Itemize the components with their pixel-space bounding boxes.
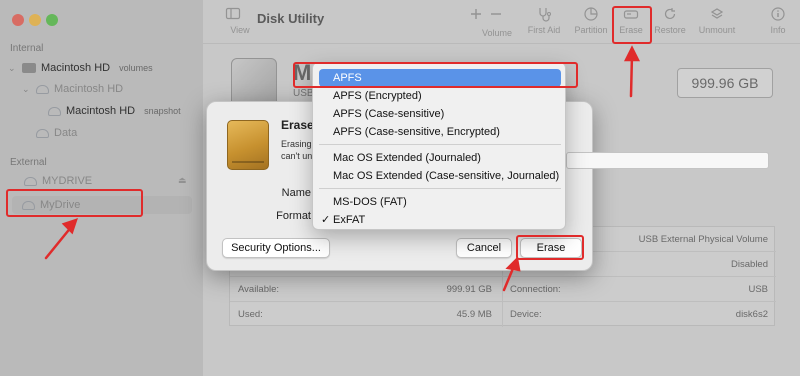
menu-item-apfs-encrypted[interactable]: APFS (Encrypted) [319, 87, 561, 105]
menu-item-mac-os-extended-case-sensitive-journaled[interactable]: Mac OS Extended (Case-sensitive, Journal… [319, 167, 561, 185]
menu-separator [319, 188, 561, 189]
format-label: Format [276, 210, 311, 222]
name-input[interactable] [566, 152, 769, 169]
menu-item-label: ExFAT [333, 214, 366, 226]
highlight-mydrive [6, 189, 143, 217]
dialog-message-line: Erasing [281, 139, 312, 149]
name-label: Name [281, 187, 311, 199]
highlight-apfs-item [293, 62, 578, 88]
menu-separator [319, 144, 561, 145]
cancel-button[interactable]: Cancel [456, 238, 512, 258]
dialog-message: Erasing can't un [281, 138, 312, 162]
menu-item-exfat[interactable]: ✓ ExFAT [319, 211, 561, 229]
menu-item-mac-os-extended-journaled[interactable]: Mac OS Extended (Journaled) [319, 149, 561, 167]
security-options-button[interactable]: Security Options... [222, 238, 330, 258]
highlight-erase-button [516, 235, 584, 260]
dialog-message-line: can't un [281, 151, 313, 161]
menu-item-apfs-case-sensitive[interactable]: APFS (Case-sensitive) [319, 105, 561, 123]
menu-item-ms-dos-fat[interactable]: MS-DOS (FAT) [319, 193, 561, 211]
highlight-erase-toolbar [612, 6, 652, 44]
menu-item-apfs-case-sensitive-encrypted[interactable]: APFS (Case-sensitive, Encrypted) [319, 123, 561, 141]
checkmark-icon: ✓ [321, 214, 331, 226]
external-drive-icon [227, 120, 269, 170]
